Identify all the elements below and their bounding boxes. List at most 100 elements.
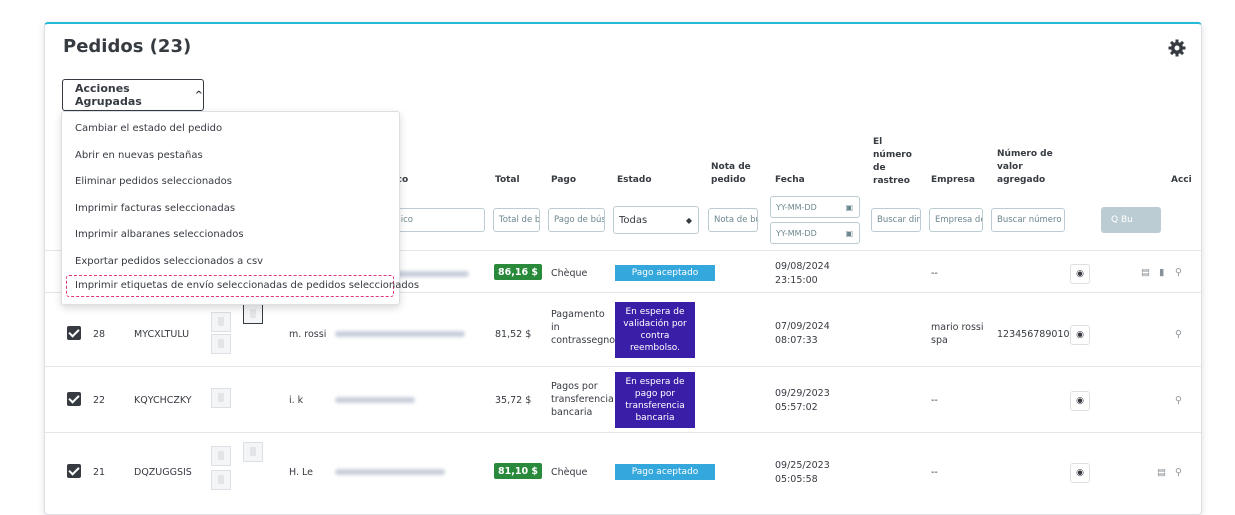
product-thumbnail (211, 388, 231, 408)
row-checkbox[interactable] (67, 326, 81, 340)
payment-method-line: Pagamento (551, 309, 605, 320)
product-thumbnail (243, 442, 263, 462)
filter-vat-input[interactable]: Buscar número (991, 208, 1065, 232)
col-payment[interactable]: Pago (551, 174, 576, 187)
order-reference[interactable]: DQZUGGSIS (134, 466, 192, 479)
filter-company-input[interactable]: Empresa de (929, 208, 983, 232)
zoom-icon[interactable]: ⚲ (1175, 266, 1182, 279)
order-date: 09/08/2024 (775, 261, 830, 272)
col-status[interactable]: Estado (617, 174, 652, 187)
payment-method-line: contrassegno (551, 335, 616, 346)
bulk-actions-menu: Cambiar el estado del pedido Abrir en nu… (61, 111, 419, 305)
tracking-empty: -- (931, 268, 938, 279)
total-badge: 86,16 $ (494, 264, 542, 280)
tracking-empty: -- (931, 467, 938, 478)
order-reference[interactable]: MYCXLTULU (134, 328, 189, 341)
menu-item-print-shipping-labels[interactable]: Imprimir etiquetas de envío seleccionada… (75, 280, 419, 291)
date-from-placeholder: YY-MM-DD (776, 202, 817, 212)
calendar-icon[interactable]: ▣ (845, 203, 853, 212)
calendar-icon[interactable]: ▣ (845, 229, 853, 238)
tracking-empty: -- (931, 395, 938, 406)
product-thumbnail (211, 312, 231, 332)
status-line: contra (640, 331, 670, 341)
payment-method-line: Pagos por (551, 381, 598, 392)
order-time: 05:57:02 (775, 402, 818, 413)
customer-name: m. rossi (289, 329, 327, 340)
col-note[interactable]: Nota de pedido (711, 161, 756, 187)
order-date: 09/25/2023 (775, 460, 830, 471)
status-line: En espera de (625, 377, 685, 387)
col-total[interactable]: Total (495, 174, 520, 187)
view-eye-icon[interactable]: ◉ (1070, 325, 1090, 345)
col-actions: Acci (1171, 175, 1192, 185)
order-time: 23:15:00 (775, 275, 818, 286)
payment-method: Chèque (551, 467, 588, 478)
payment-method-line: bancaria (551, 407, 593, 418)
status-line: bancaria (635, 413, 675, 423)
zoom-icon[interactable]: ⚲ (1175, 394, 1182, 407)
menu-item-export-csv[interactable]: Exportar pedidos seleccionados a csv (75, 256, 263, 267)
product-thumbnail (211, 470, 231, 490)
page-title: Pedidos (23) (63, 36, 192, 57)
status-badge[interactable]: En espera de pago por transferencia banc… (615, 372, 695, 428)
chevron-up-icon: ^ (194, 89, 203, 101)
view-eye-icon[interactable]: ◉ (1070, 264, 1090, 284)
zoom-icon[interactable]: ⚲ (1175, 328, 1182, 341)
order-time: 08:07:33 (775, 335, 818, 346)
status-line: En espera de (625, 307, 685, 317)
filter-status-select[interactable]: Todas ◆ (613, 206, 699, 234)
order-total: 35,72 $ (495, 395, 532, 406)
filter-date-from[interactable]: YY-MM-DD ▣ (770, 196, 860, 218)
vat-number: 123456789010 (997, 329, 1070, 340)
col-vat[interactable]: Número de valor agregado (997, 148, 1059, 187)
filter-tracking-input[interactable]: Buscar dire (871, 208, 921, 232)
order-date: 07/09/2024 (775, 321, 830, 332)
status-badge[interactable]: Pago aceptado (615, 464, 715, 480)
total-badge: 81,10 $ (494, 463, 542, 479)
product-thumbnail (211, 334, 231, 354)
col-tracking[interactable]: El número de rastreo (873, 136, 913, 188)
filter-date-to[interactable]: YY-MM-DD ▣ (770, 222, 860, 244)
col-date[interactable]: Fecha (775, 174, 805, 187)
status-line: transferencia (625, 401, 685, 411)
payment-method: Chèque (551, 268, 588, 279)
view-eye-icon[interactable]: ◉ (1070, 463, 1090, 483)
bulk-actions-label: Acciones Agrupadas (75, 82, 142, 108)
filter-total-input[interactable]: Total de b (493, 208, 540, 232)
order-date: 09/29/2023 (775, 388, 830, 399)
delivery-icon[interactable]: ▮ (1159, 266, 1164, 279)
status-line: reembolso. (630, 343, 680, 353)
payment-method-line: in (551, 322, 560, 333)
gear-icon[interactable] (1167, 38, 1187, 58)
row-checkbox[interactable] (67, 392, 81, 406)
company-line: mario rossi (931, 322, 984, 333)
order-time: 05:05:58 (775, 474, 818, 485)
invoice-icon[interactable]: ▤ (1157, 466, 1166, 479)
company-line: spa (931, 335, 948, 346)
menu-item-change-status[interactable]: Cambiar el estado del pedido (75, 123, 222, 134)
row-checkbox[interactable] (67, 464, 81, 478)
menu-item-print-invoices[interactable]: Imprimir facturas seleccionadas (75, 203, 235, 214)
order-reference[interactable]: KQYCHCZKY (134, 394, 192, 407)
order-total: 81,52 $ (495, 329, 532, 340)
menu-item-delete[interactable]: Eliminar pedidos seleccionados (75, 176, 232, 187)
filter-payment-input[interactable]: Pago de bús (548, 208, 605, 232)
filter-note-input[interactable]: Nota de bús (708, 208, 758, 232)
filter-status-value: Todas (619, 214, 648, 226)
zoom-icon[interactable]: ⚲ (1175, 466, 1182, 479)
bulk-actions-button[interactable]: Acciones Agrupadas ^ (62, 79, 204, 111)
status-badge[interactable]: Pago aceptado (615, 265, 715, 281)
search-button[interactable]: Q Bu (1101, 207, 1161, 233)
menu-item-print-delivery-slips[interactable]: Imprimir albaranes seleccionados (75, 229, 244, 240)
order-id: 21 (93, 467, 106, 478)
col-company[interactable]: Empresa (931, 174, 975, 187)
invoice-icon[interactable]: ▤ (1141, 266, 1150, 279)
menu-item-open-tabs[interactable]: Abrir en nuevas pestañas (75, 150, 203, 161)
product-thumbnail (211, 446, 231, 466)
status-line: pago por (634, 389, 676, 399)
customer-name: H. Le (289, 467, 313, 478)
status-line: validación por (623, 319, 687, 329)
status-badge[interactable]: En espera de validación por contra reemb… (615, 302, 695, 358)
view-eye-icon[interactable]: ◉ (1070, 391, 1090, 411)
product-thumbnail (243, 304, 263, 324)
